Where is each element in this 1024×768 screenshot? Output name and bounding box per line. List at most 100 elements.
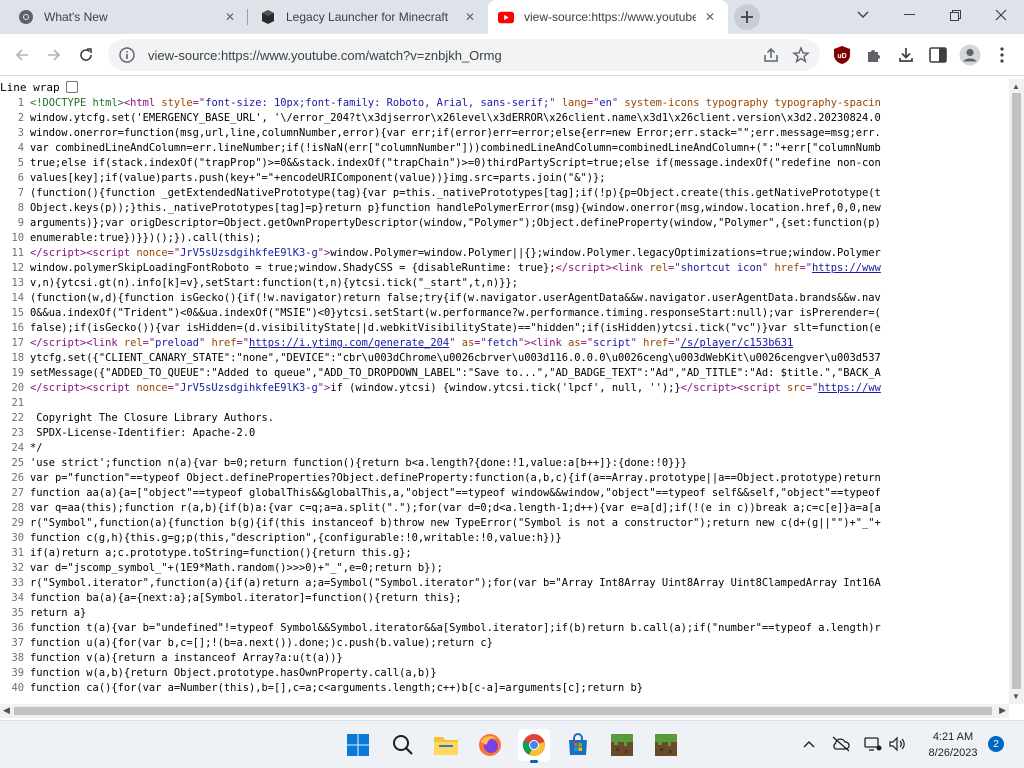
line-code: return a} — [30, 607, 87, 619]
arrow-right-icon — [48, 49, 61, 61]
start-button[interactable] — [342, 729, 374, 761]
line-number: 27 — [11, 487, 24, 499]
reload-icon — [80, 48, 92, 61]
vertical-scroll-thumb[interactable] — [1012, 93, 1021, 689]
horizontal-scroll-thumb[interactable] — [14, 707, 992, 715]
minecraft-app-1[interactable] — [606, 729, 638, 761]
search-button[interactable] — [387, 729, 419, 761]
line-number: 38 — [11, 652, 24, 664]
line-number: 6 — [17, 172, 24, 184]
scroll-down-arrow-icon[interactable]: ▼ — [1012, 692, 1020, 701]
tab-whats-new[interactable]: What's New ✕ — [8, 0, 248, 34]
new-tab-button[interactable] — [734, 4, 760, 30]
line-number: 9 — [17, 217, 24, 229]
line-number: 30 — [11, 532, 24, 544]
line-code: var combinedLineAndColumn=err.lineNumber… — [30, 142, 881, 154]
line-code: var p="function"==typeof Object.definePr… — [30, 472, 881, 484]
line-number: 25 — [11, 457, 24, 469]
line-code: (function(w,d){function isGecko(){if(!w.… — [30, 292, 881, 304]
microsoft-store-app[interactable] — [562, 729, 594, 761]
source-line: 26 var p="function"==typeof Object.define… — [0, 471, 1009, 486]
line-code: function t(a){var b="undefined"!=typeof … — [30, 622, 881, 634]
show-hidden-icons-button[interactable] — [798, 733, 820, 755]
source-line: 15 0&&ua.indexOf("Trident")<0&&ua.indexOf… — [0, 306, 1009, 321]
line-code: function v(a){return a instanceof Array?… — [30, 652, 343, 664]
network-icon[interactable] — [862, 733, 884, 755]
source-code-view: 1 <!DOCTYPE html><html style="font-size: … — [0, 96, 1009, 704]
close-window-button[interactable] — [978, 0, 1024, 30]
reload-button[interactable] — [72, 41, 100, 69]
forward-button[interactable] — [40, 41, 68, 69]
close-tab-icon[interactable]: ✕ — [702, 9, 718, 25]
source-line: 37 function u(a){for(var b,c=[];!(b=a.nex… — [0, 636, 1009, 651]
scroll-right-arrow-icon[interactable]: ▶ — [999, 705, 1006, 716]
restore-button[interactable] — [932, 0, 978, 30]
firefox-app[interactable] — [474, 729, 506, 761]
minecraft-app-2[interactable] — [650, 729, 682, 761]
close-tab-icon[interactable]: ✕ — [222, 9, 238, 25]
notification-badge[interactable]: 2 — [988, 736, 1004, 752]
tab-search-button[interactable] — [840, 0, 886, 30]
profile-avatar-icon[interactable] — [958, 43, 982, 67]
minecraft-block-icon — [611, 734, 633, 756]
line-wrap-toggle[interactable]: Line wrap — [0, 79, 78, 95]
line-number: 32 — [11, 562, 24, 574]
chrome-app[interactable] — [518, 729, 550, 763]
line-number: 1 — [17, 97, 24, 109]
legacy-launcher-icon — [260, 9, 276, 25]
cloud-sync-icon[interactable] — [830, 733, 852, 755]
share-icon[interactable] — [762, 46, 780, 67]
address-bar[interactable]: view-source:https://www.youtube.com/watc… — [108, 39, 820, 71]
chevron-down-icon — [857, 11, 869, 18]
store-icon — [569, 733, 587, 755]
tab-view-source[interactable]: view-source:https://www.youtube ✕ — [488, 0, 728, 34]
line-number: 8 — [17, 202, 24, 214]
source-line: 33 r("Symbol.iterator",function(a){if(a)r… — [0, 576, 1009, 591]
line-code: function c(g,h){this.g=g;p(this,"descrip… — [30, 532, 562, 544]
source-line: 17 </script><link rel="preload" href="htt… — [0, 336, 1009, 351]
line-number: 14 — [11, 292, 24, 304]
scroll-up-arrow-icon[interactable]: ▲ — [1012, 82, 1020, 91]
side-panel-icon[interactable] — [926, 43, 950, 67]
line-code: arguments)};var origDescriptor=Object.ge… — [30, 217, 881, 229]
info-icon[interactable] — [118, 46, 136, 64]
close-tab-icon[interactable]: ✕ — [462, 9, 478, 25]
ublock-extension-icon[interactable]: uD — [830, 43, 854, 67]
back-button[interactable] — [8, 41, 36, 69]
line-number: 36 — [11, 622, 24, 634]
source-line: 40 function ca(){for(var a=Number(this),b… — [0, 681, 1009, 696]
line-number: 24 — [11, 442, 24, 454]
address-url[interactable]: view-source:https://www.youtube.com/watc… — [148, 48, 502, 63]
source-line: 28 var q=aa(this);function r(a,b){if(b)a:… — [0, 501, 1009, 516]
minimize-button[interactable] — [886, 0, 932, 30]
line-code: function ba(a){a={next:a};a[Symbol.itera… — [30, 592, 462, 604]
scroll-left-arrow-icon[interactable]: ◀ — [3, 705, 10, 716]
download-icon[interactable] — [894, 43, 918, 67]
source-line: 10 enumerable:true})}})();}).call(this); — [0, 231, 1009, 246]
tab-legacy-launcher[interactable]: Legacy Launcher for Minecraft ✕ — [250, 0, 488, 34]
source-line: 32 var d="jscomp_symbol_"+(1E9*Math.rando… — [0, 561, 1009, 576]
volume-icon[interactable] — [886, 733, 908, 755]
line-code: false);if(isGecko()){var isHidden=(d.vis… — [30, 322, 881, 334]
menu-kebab-icon[interactable] — [990, 43, 1014, 67]
file-explorer-app[interactable] — [430, 729, 462, 761]
line-code: window.ytcfg.set('EMERGENCY_BASE_URL', '… — [30, 112, 881, 124]
bookmark-star-icon[interactable] — [792, 46, 810, 67]
source-line: 18 ytcfg.set({"CLIENT_CANARY_STATE":"none… — [0, 351, 1009, 366]
line-code: function w(a,b){return Object.prototype.… — [30, 667, 437, 679]
system-clock[interactable]: 4:21 AM 8/26/2023 — [918, 729, 988, 761]
line-number: 11 — [11, 247, 24, 259]
minecraft-block-icon — [655, 734, 677, 756]
horizontal-scrollbar[interactable]: ◀ ▶ — [0, 704, 1009, 718]
extensions-puzzle-icon[interactable] — [862, 43, 886, 67]
source-line: 31 if(a)return a;c.prototype.toString=fun… — [0, 546, 1009, 561]
firefox-icon — [479, 734, 501, 756]
line-code: (function(){function _getExtendedNativeP… — [30, 187, 881, 199]
source-line: 34 function ba(a){a={next:a};a[Symbol.ite… — [0, 591, 1009, 606]
source-line: 11 </script><script nonce="JrV5sUzsdgihkf… — [0, 246, 1009, 261]
line-wrap-checkbox[interactable] — [65, 81, 78, 93]
line-number: 20 — [11, 382, 24, 394]
line-code: ytcfg.set({"CLIENT_CANARY_STATE":"none",… — [30, 352, 881, 364]
vertical-scrollbar[interactable]: ▲ ▼ — [1009, 79, 1024, 704]
line-number: 37 — [11, 637, 24, 649]
